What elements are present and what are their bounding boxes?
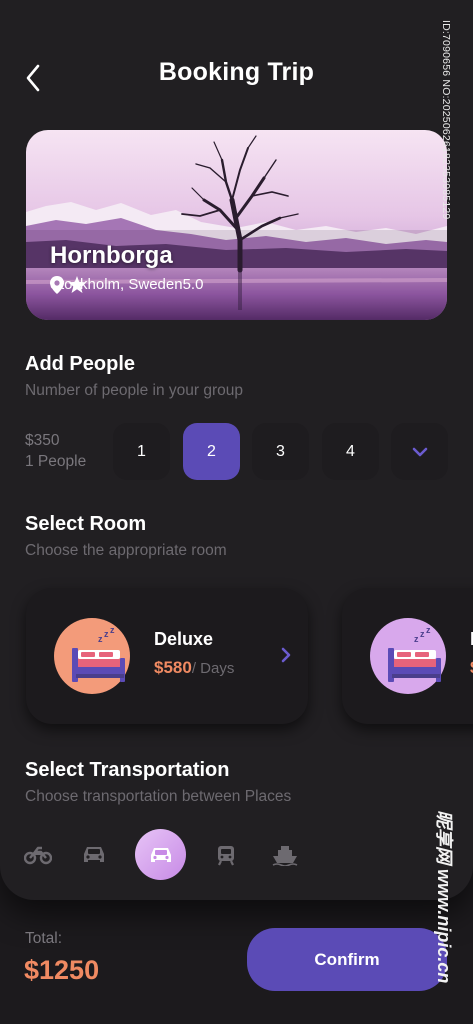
motorcycle-icon	[24, 846, 52, 865]
transport-taxi[interactable]	[135, 829, 186, 880]
taxi-icon	[150, 847, 171, 862]
total-value: $1250	[24, 955, 100, 985]
people-option-4[interactable]: 4	[322, 423, 379, 480]
room-price-amount: $580	[154, 658, 192, 677]
room-card-deluxe[interactable]: z z z Deluxe $580/ Days	[26, 588, 308, 724]
transport-ship[interactable]	[270, 840, 300, 870]
chevron-down-icon	[412, 447, 427, 456]
watermark-site: 昵享网 www.nipic.cn	[434, 810, 454, 984]
train-icon	[218, 846, 234, 866]
people-option-3[interactable]: 3	[252, 423, 309, 480]
svg-text:z: z	[420, 629, 425, 639]
confirm-button[interactable]: Confirm	[247, 928, 447, 991]
svg-text:z: z	[426, 625, 431, 635]
add-people-subtitle: Number of people in your group	[25, 382, 243, 399]
ship-icon	[272, 846, 298, 866]
svg-text:z: z	[98, 634, 103, 644]
transport-motorcycle[interactable]	[23, 840, 53, 870]
people-option-2[interactable]: 2	[183, 423, 240, 480]
per-person-price: $350 1 People	[25, 430, 86, 472]
price-value: $350	[25, 432, 60, 449]
svg-text:z: z	[414, 634, 419, 644]
bed-icon: z z z	[388, 625, 441, 682]
booking-trip-screen: Booking Trip Hornborga Stockholm, Sweden…	[0, 0, 473, 1024]
select-transport-subtitle: Choose transportation between Places	[25, 788, 292, 805]
destination-hero-card[interactable]: Hornborga Stockholm, Sweden 5.0	[26, 130, 447, 320]
svg-text:z: z	[104, 629, 109, 639]
svg-text:z: z	[110, 625, 115, 635]
room-image: z z z	[370, 618, 446, 694]
room-price-period: / Days	[191, 660, 235, 677]
room-card-second[interactable]: z z z L $	[342, 588, 473, 724]
bed-icon: z z z	[72, 625, 125, 682]
star-icon	[68, 276, 86, 293]
car-icon	[84, 847, 104, 862]
total-label: Total:	[25, 930, 63, 947]
room-price: $580/ Days	[154, 658, 234, 678]
chevron-right-icon	[281, 647, 291, 663]
room-image: z z z	[54, 618, 130, 694]
people-option-1[interactable]: 1	[113, 423, 170, 480]
room-name: Deluxe	[154, 629, 214, 649]
price-unit: 1 People	[25, 453, 87, 470]
transport-car[interactable]	[79, 840, 109, 870]
page-title: Booking Trip	[158, 58, 315, 86]
select-room-title: Select Room	[25, 513, 147, 535]
destination-name: Hornborga	[50, 242, 173, 269]
more-people-button[interactable]	[391, 423, 448, 480]
map-pin-icon	[50, 276, 64, 294]
main-panel: Booking Trip Hornborga Stockholm, Sweden…	[0, 0, 473, 900]
destination-rating: 5.0	[182, 276, 204, 293]
select-transport-title: Select Transportation	[25, 759, 230, 781]
select-room-subtitle: Choose the appropriate room	[25, 542, 227, 559]
transport-train[interactable]	[211, 840, 241, 870]
destination-meta: Stockholm, Sweden 5.0	[50, 276, 204, 294]
add-people-title: Add People	[25, 353, 136, 375]
watermark-id: ID:7090656 NO:20250626182353985129	[440, 20, 452, 220]
